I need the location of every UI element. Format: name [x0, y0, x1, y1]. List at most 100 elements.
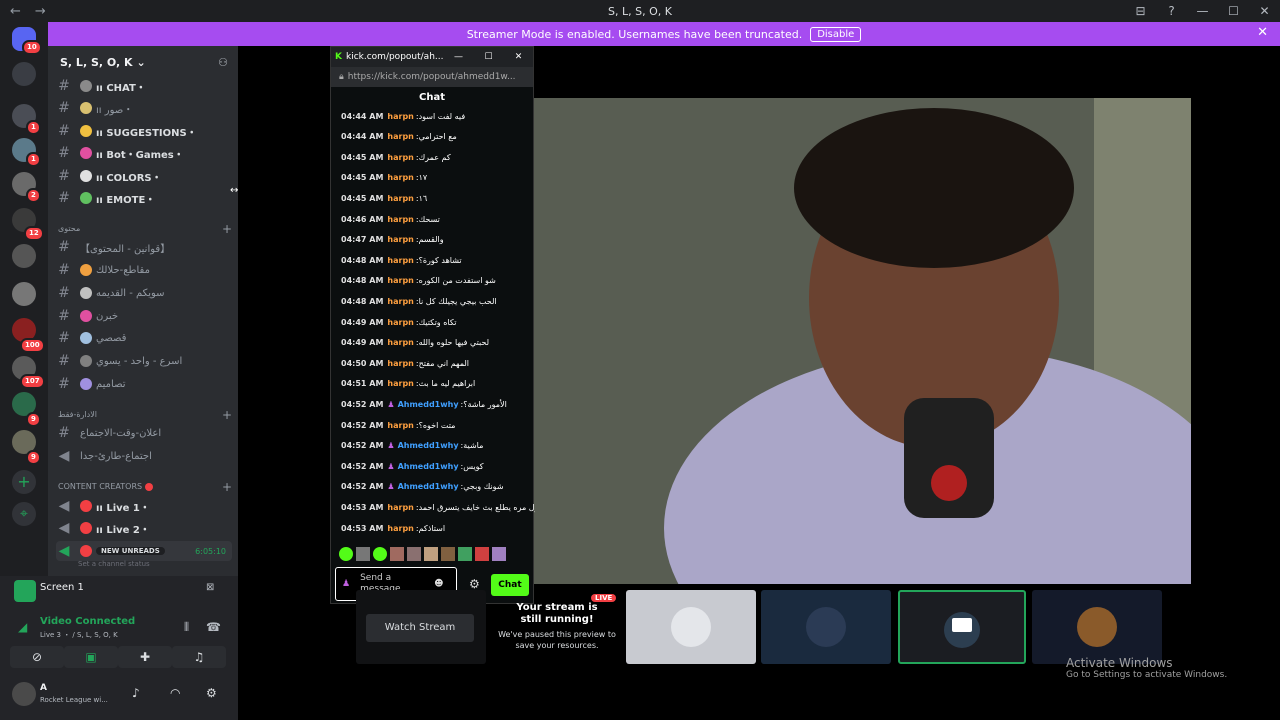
help-icon[interactable]: ?	[1156, 4, 1187, 18]
emoji-picker-icon[interactable]: ☻	[434, 579, 443, 589]
add-channel-icon[interactable]: +	[222, 408, 232, 422]
close-preview-icon[interactable]: ⊠	[206, 582, 214, 593]
channel-item[interactable]: # 【قوانين - المحتوى】	[56, 237, 232, 257]
emote-icon[interactable]	[339, 547, 353, 561]
avatar[interactable]	[12, 682, 36, 706]
new-unreads-pill[interactable]: NEW UNREADS	[96, 547, 165, 555]
settings-gear-icon[interactable]: ⚙	[206, 686, 217, 700]
message-username[interactable]: harpn	[387, 524, 413, 533]
message-username[interactable]: harpn	[387, 235, 413, 244]
activate-windows-watermark: Activate Windows Go to Settings to activ…	[1066, 656, 1227, 680]
participant-tile[interactable]	[1032, 590, 1162, 664]
emote-icon[interactable]	[441, 547, 455, 561]
chat-settings-icon[interactable]: ⚙	[469, 577, 480, 591]
voice-channel-item[interactable]: ◀ اجتماع-طارئ-جدا	[56, 446, 232, 466]
channel-item[interactable]: # ıı CHAT・	[56, 76, 232, 96]
message-username[interactable]: harpn	[387, 503, 413, 512]
forward-arrow-icon[interactable]: →	[35, 4, 46, 19]
message-username[interactable]: harpn	[387, 173, 413, 182]
disconnect-icon[interactable]: ☎	[206, 620, 221, 634]
emote-icon[interactable]	[356, 547, 370, 561]
microphone-icon[interactable]: ♪	[132, 686, 140, 700]
disable-button[interactable]: Disable	[810, 26, 862, 42]
add-server-icon[interactable]: +	[12, 470, 36, 494]
category-header[interactable]: الادارة-فقط +	[58, 408, 232, 422]
participant-tile[interactable]	[626, 590, 756, 664]
emote-icon[interactable]	[475, 547, 489, 561]
webcam-video[interactable]	[534, 98, 1191, 584]
message-username[interactable]: harpn	[387, 338, 413, 347]
emote-icon[interactable]	[373, 547, 387, 561]
back-arrow-icon[interactable]: ←	[10, 4, 21, 19]
add-channel-icon[interactable]: +	[222, 222, 232, 236]
message-username[interactable]: harpn	[387, 297, 413, 306]
channel-item[interactable]: # ıı صور・	[56, 98, 232, 118]
participant-tile[interactable]	[761, 590, 891, 664]
message-username[interactable]: harpn	[387, 153, 413, 162]
message-username[interactable]: harpn	[387, 421, 413, 430]
message-username[interactable]: harpn	[387, 194, 413, 203]
address-bar[interactable]: 🔒︎ https://kick.com/popout/ahmedd1w...	[331, 67, 533, 87]
channel-item[interactable]: # خبرن	[56, 306, 232, 326]
video-off-button[interactable]: ⊘	[10, 646, 64, 668]
emote-icon[interactable]	[458, 547, 472, 561]
server-header[interactable]: S, L, S, O, K ⌄ ⚇	[48, 46, 238, 78]
channel-item[interactable]: # ıı Bot・Games・	[56, 143, 232, 163]
screen-share-button[interactable]: ▣	[64, 646, 118, 668]
channel-item[interactable]: # مقاطع-حلالك	[56, 260, 232, 280]
voice-channel-item[interactable]: ◀ ıı Live 2・	[56, 518, 232, 538]
server-icon[interactable]	[12, 62, 36, 86]
emote-icon[interactable]	[407, 547, 421, 561]
channel-item[interactable]: # قصصي	[56, 328, 232, 348]
banner-close-icon[interactable]: ✕	[1257, 25, 1268, 40]
chat-send-button[interactable]: Chat	[491, 574, 529, 596]
headphones-icon[interactable]: ◠	[170, 686, 180, 700]
message-username[interactable]: Ahmedd1why	[398, 482, 459, 491]
voice-channel-item[interactable]: ◀ ıı Live 1・	[56, 496, 232, 516]
channel-item[interactable]: # تصاميم	[56, 374, 232, 394]
activities-button[interactable]: ✚	[118, 646, 172, 668]
message-username[interactable]: harpn	[387, 112, 413, 121]
message-username[interactable]: harpn	[387, 256, 413, 265]
server-icon[interactable]	[12, 282, 36, 306]
channel-item[interactable]: # اعلان-وقت-الاجتماع	[56, 423, 232, 443]
noise-suppression-icon[interactable]: ⫴	[184, 620, 189, 635]
emote-icon[interactable]	[390, 547, 404, 561]
emote-icon[interactable]	[424, 547, 438, 561]
channel-status[interactable]: Set a channel status	[78, 560, 150, 568]
voice-status[interactable]: Video Connected	[40, 616, 135, 627]
message-username[interactable]: harpn	[387, 132, 413, 141]
inbox-icon[interactable]: ⊟	[1125, 4, 1156, 18]
channel-item[interactable]: # ıı COLORS・	[56, 166, 232, 186]
discover-icon[interactable]: ⌖	[12, 502, 36, 526]
soundboard-button[interactable]: ♫	[172, 646, 226, 668]
message-username[interactable]: Ahmedd1why	[398, 462, 459, 471]
channel-item[interactable]: # ıı EMOTE・	[56, 188, 232, 208]
message-username[interactable]: harpn	[387, 276, 413, 285]
close-button[interactable]: ✕	[1249, 4, 1280, 18]
message-username[interactable]: Ahmedd1why	[398, 400, 459, 409]
message-username[interactable]: harpn	[387, 318, 413, 327]
popout-minimize-button[interactable]: —	[443, 52, 473, 62]
category-header[interactable]: محتوى +	[58, 222, 232, 236]
voice-location[interactable]: Live 3 ・ / S, L, S, O, K	[40, 630, 118, 640]
server-icon[interactable]	[12, 244, 36, 268]
popout-close-button[interactable]: ✕	[503, 52, 533, 62]
add-channel-icon[interactable]: +	[222, 480, 232, 494]
emote-icon[interactable]	[492, 547, 506, 561]
minimize-button[interactable]: —	[1187, 4, 1218, 18]
add-member-icon[interactable]: ⚇	[218, 56, 228, 69]
participant-tile-active[interactable]	[898, 590, 1026, 664]
channel-item[interactable]: # اسرع - واحد - يسوي	[56, 351, 232, 371]
message-username[interactable]: harpn	[387, 359, 413, 368]
voice-channel-item[interactable]: ◀ NEW UNREADS 6:05:10	[56, 541, 232, 561]
popout-maximize-button[interactable]: ☐	[473, 52, 503, 62]
message-username[interactable]: harpn	[387, 215, 413, 224]
message-username[interactable]: Ahmedd1why	[398, 441, 459, 450]
watch-stream-button[interactable]: Watch Stream	[366, 614, 474, 642]
maximize-button[interactable]: ☐	[1218, 4, 1249, 18]
channel-item[interactable]: # سويكم - القديمه	[56, 283, 232, 303]
channel-item[interactable]: # ıı SUGGESTIONS・	[56, 121, 232, 141]
category-header[interactable]: CONTENT CREATORS +	[58, 480, 232, 494]
message-username[interactable]: harpn	[387, 379, 413, 388]
